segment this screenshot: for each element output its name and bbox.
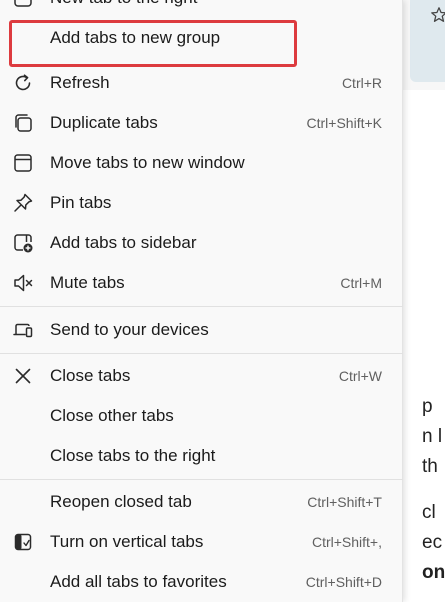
menu-item-label: Move tabs to new window [50,153,245,172]
mute-icon [12,272,34,294]
window-icon [12,152,34,174]
menu-divider [0,353,403,354]
menu-item-label: Refresh [50,73,110,92]
menu-item-duplicate-tabs[interactable]: Duplicate tabs Ctrl+Shift+K [0,103,403,143]
menu-item-pin-tabs[interactable]: Pin tabs [0,183,403,223]
menu-item-label: Close tabs to the right [50,446,216,465]
menu-item-label: Reopen closed tab [50,492,192,511]
background-text-line: cl [422,502,436,523]
menu-item-label: Pin tabs [50,193,112,212]
menu-item-label: Add tabs to new group [50,28,221,47]
menu-item-label: Close other tabs [50,406,174,425]
tab-context-menu: New tab to the right Add tabs to new gro… [0,0,403,602]
menu-item-mute-tabs[interactable]: Mute tabs Ctrl+M [0,263,403,303]
background-text-line: th [422,456,438,477]
pin-icon [12,192,34,214]
background-text-line: on [422,562,445,583]
menu-item-reopen-closed-tab[interactable]: Reopen closed tab Ctrl+Shift+T [0,482,403,522]
menu-item-shortcut: Ctrl+Shift+, [311,534,382,550]
menu-item-add-all-tabs-to-favorites[interactable]: Add all tabs to favorites Ctrl+Shift+D [0,562,403,602]
menu-item-shortcut: Ctrl+R [341,75,382,91]
menu-item-shortcut: Ctrl+Shift+T [307,494,382,510]
menu-item-label: Turn on vertical tabs [50,532,204,551]
menu-item-send-to-your-devices[interactable]: Send to your devices [0,310,403,350]
menu-item-label: Mute tabs [50,273,125,292]
menu-item-add-tabs-to-new-group[interactable]: Add tabs to new group [0,18,403,58]
duplicate-icon [12,112,34,134]
new-tab-icon [12,0,34,9]
menu-item-label: Send to your devices [50,320,209,339]
devices-icon [12,319,34,341]
menu-divider [0,306,403,307]
menu-divider [0,479,403,480]
menu-item-shortcut: Ctrl+Shift+D [305,574,382,590]
menu-item-label: Add tabs to sidebar [50,233,197,252]
menu-item-new-tab-to-the-right[interactable]: New tab to the right [0,0,403,18]
menu-item-add-tabs-to-sidebar[interactable]: Add tabs to sidebar [0,223,403,263]
vertical-tabs-icon [12,531,34,553]
menu-item-shortcut: Ctrl+W [338,368,382,384]
screen: p n l th cl ec on New tab to the right A… [0,0,445,602]
menu-item-close-other-tabs[interactable]: Close other tabs [0,396,403,436]
refresh-icon [12,72,34,94]
menu-item-shortcut: Ctrl+M [340,275,382,291]
background-text-line: ec [422,532,443,553]
menu-item-label: New tab to the right [50,0,197,18]
menu-item-refresh[interactable]: Refresh Ctrl+R [0,63,403,103]
menu-item-close-tabs[interactable]: Close tabs Ctrl+W [0,356,403,396]
sidebar-add-icon [12,232,34,254]
background-text-line: p [422,396,433,417]
menu-item-label: Duplicate tabs [50,113,158,132]
close-icon [12,365,34,387]
menu-item-label: Close tabs [50,366,131,385]
menu-item-shortcut: Ctrl+Shift+K [306,115,382,131]
menu-item-close-tabs-to-the-right[interactable]: Close tabs to the right [0,436,403,476]
background-text-line: n l [422,426,443,447]
menu-item-turn-on-vertical-tabs[interactable]: Turn on vertical tabs Ctrl+Shift+, [0,522,403,562]
menu-item-move-tabs-to-new-window[interactable]: Move tabs to new window [0,143,403,183]
favorite-star-icon[interactable] [430,6,445,24]
menu-item-label: Add all tabs to favorites [50,572,227,591]
